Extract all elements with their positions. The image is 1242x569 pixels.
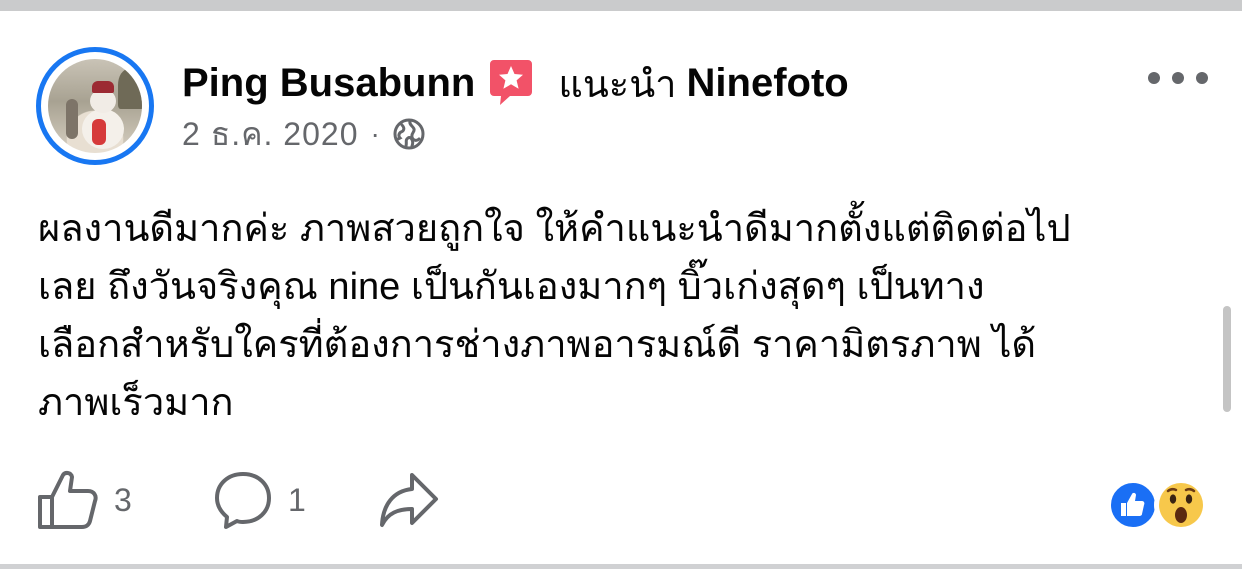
wow-reaction-icon — [1154, 478, 1208, 532]
recommend-star-icon — [488, 58, 534, 108]
more-dot — [1196, 72, 1208, 84]
comment-bubble-icon — [212, 469, 274, 531]
author-name[interactable]: Ping Busabunn — [182, 61, 475, 106]
share-arrow-icon — [378, 469, 440, 531]
reaction-summary[interactable] — [1108, 478, 1208, 532]
more-dot — [1148, 72, 1160, 84]
more-dot — [1172, 72, 1184, 84]
bottom-divider — [0, 564, 1242, 569]
thumbs-up-icon — [36, 469, 100, 531]
author-avatar[interactable] — [36, 47, 154, 165]
scrollbar-thumb[interactable] — [1223, 306, 1231, 412]
post-text-line: เลือกสำหรับใครที่ต้องการช่างภาพอารมณ์ดี … — [38, 324, 1037, 366]
recommended-page-name[interactable]: Ninefoto — [687, 61, 849, 106]
post-body: ผลงานดีมากค่ะ ภาพสวยถูกใจ ให้คำแนะนำดีมา… — [38, 200, 1213, 432]
action-bar: 3 1 — [36, 468, 440, 532]
recommend-label: แนะนำ — [558, 63, 677, 106]
like-button[interactable]: 3 — [36, 468, 212, 532]
like-reaction-icon — [1108, 480, 1158, 530]
post-text-line: เลย ถึงวันจริงคุณ nine เป็นกันเองมากๆ บิ… — [38, 266, 985, 308]
post-text-line: ผลงานดีมากค่ะ ภาพสวยถูกใจ ให้คำแนะนำดีมา… — [38, 208, 1071, 250]
post-header: Ping Busabunn แนะนำ Ninefoto — [182, 58, 849, 108]
post-meta: 2 ธ.ค. 2020 · — [182, 114, 426, 154]
like-count: 3 — [114, 481, 132, 518]
globe-icon[interactable] — [392, 117, 426, 151]
post-text-line: ภาพเร็วมาก — [38, 382, 234, 424]
more-options-icon[interactable] — [1148, 64, 1208, 92]
comment-count: 1 — [288, 481, 306, 518]
comment-button[interactable]: 1 — [212, 468, 378, 532]
meta-separator: · — [370, 118, 380, 149]
avatar-photo — [48, 59, 142, 153]
post-timestamp[interactable]: 2 ธ.ค. 2020 — [182, 109, 358, 160]
share-button[interactable] — [378, 468, 440, 532]
top-divider — [0, 0, 1242, 11]
